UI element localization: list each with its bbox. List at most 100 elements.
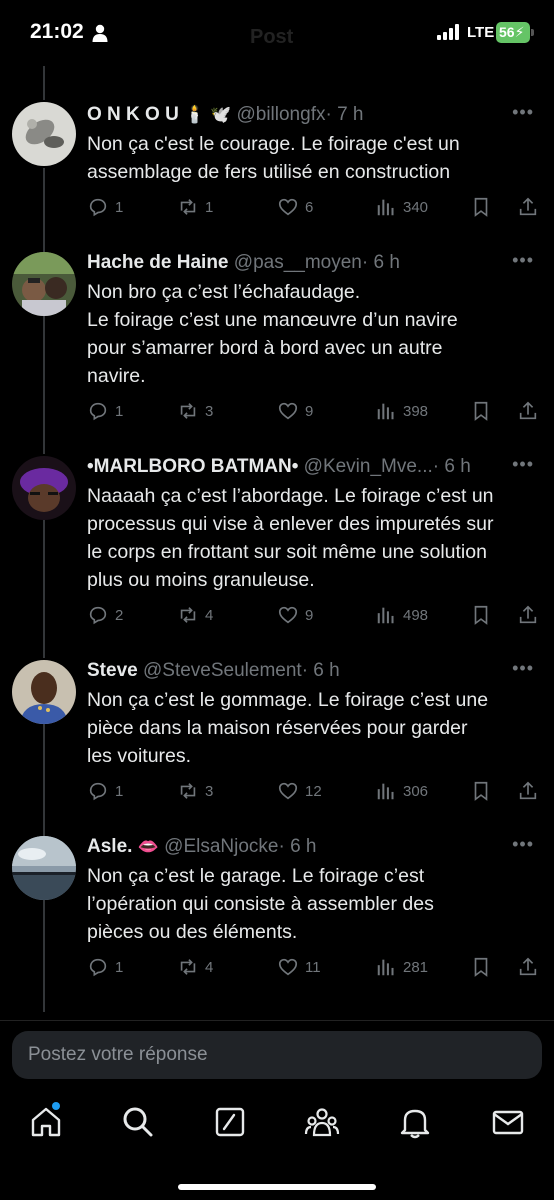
author-name[interactable]: •MARLBORO BATMAN• xyxy=(87,456,298,477)
reply-composer: Postez votre réponse xyxy=(0,1020,554,1090)
more-options-icon[interactable]: ••• xyxy=(512,454,534,474)
like-count: 12 xyxy=(305,782,322,800)
heart-icon xyxy=(278,198,298,216)
author-name[interactable]: Asle. xyxy=(87,836,132,857)
thread-line xyxy=(43,66,45,100)
share-button[interactable] xyxy=(517,778,545,804)
author-handle[interactable]: @billongfx xyxy=(236,104,325,125)
action-bar: 2 4 9 498 xyxy=(87,602,547,628)
views-button[interactable]: 340 xyxy=(375,194,428,220)
bookmark-button[interactable] xyxy=(470,398,498,424)
reply-tweet[interactable]: Steve @SteveSeulement· 6 h ••• Non ça c’… xyxy=(0,658,554,836)
author-handle[interactable]: @pas__moyen xyxy=(234,252,362,273)
tweet-text: Naaaah ça c’est l’abordage. Le foirage c… xyxy=(87,482,527,594)
repost-button[interactable]: 3 xyxy=(177,778,213,804)
header-title-ghost: Post xyxy=(250,26,294,48)
author-name[interactable]: O N K O U xyxy=(87,104,179,125)
tweet-line: le corps en frottant sur soit même une s… xyxy=(87,541,487,563)
bookmark-button[interactable] xyxy=(470,954,498,980)
views-button[interactable]: 281 xyxy=(375,954,428,980)
reply-button[interactable]: 1 xyxy=(87,778,123,804)
like-button[interactable]: 6 xyxy=(277,194,313,220)
more-options-icon[interactable]: ••• xyxy=(512,834,534,854)
search-icon[interactable] xyxy=(120,1104,156,1140)
tweet-line: pièce dans la maison réservées pour gard… xyxy=(87,717,468,739)
avatar[interactable] xyxy=(12,456,76,520)
reply-tweet[interactable]: •MARLBORO BATMAN• @Kevin_Mve...· 6 h •••… xyxy=(0,454,554,658)
like-button[interactable]: 11 xyxy=(277,954,321,980)
more-options-icon[interactable]: ••• xyxy=(512,102,534,122)
views-button[interactable]: 398 xyxy=(375,398,428,424)
views-button[interactable]: 498 xyxy=(375,602,428,628)
repost-button[interactable]: 1 xyxy=(177,194,213,220)
like-button[interactable]: 9 xyxy=(277,602,313,628)
avatar[interactable] xyxy=(12,836,76,900)
repost-button[interactable]: 3 xyxy=(177,398,213,424)
tweet-line: Le foirage c’est une manœuvre d’un navir… xyxy=(87,309,458,331)
share-button[interactable] xyxy=(517,954,545,980)
repost-count: 4 xyxy=(205,606,214,624)
repost-count: 3 xyxy=(205,782,214,800)
action-bar: 1 3 9 398 xyxy=(87,398,547,424)
heart-icon xyxy=(278,402,298,420)
more-options-icon[interactable]: ••• xyxy=(512,250,534,270)
like-button[interactable]: 12 xyxy=(277,778,322,804)
author-handle[interactable]: @ElsaNjocke xyxy=(164,836,278,857)
thread-line xyxy=(43,724,45,836)
author-handle[interactable]: @Kevin_Mve... xyxy=(304,456,433,477)
author-handle[interactable]: @SteveSeulement xyxy=(143,660,302,681)
grok-icon[interactable] xyxy=(212,1104,248,1140)
reply-tweet[interactable]: Hache de Haine @pas__moyen· 6 h ••• Non … xyxy=(0,250,554,454)
view-count: 306 xyxy=(403,782,429,800)
reply-tweet[interactable]: O N K O U 🕯️ 🕊️ @billongfx· 7 h ••• Non … xyxy=(0,102,554,310)
repost-button[interactable]: 4 xyxy=(177,602,213,628)
notifications-icon[interactable] xyxy=(397,1104,433,1140)
tweet-line: navire. xyxy=(87,365,146,387)
like-button[interactable]: 9 xyxy=(277,398,313,424)
bookmark-button[interactable] xyxy=(470,778,498,804)
author-name[interactable]: Hache de Haine xyxy=(87,252,229,273)
bookmark-icon xyxy=(474,401,488,421)
reply-icon xyxy=(89,606,107,625)
action-bar: 1 4 11 281 xyxy=(87,954,547,980)
bookmark-button[interactable] xyxy=(470,602,498,628)
messages-icon[interactable] xyxy=(490,1104,526,1140)
reply-input[interactable]: Postez votre réponse xyxy=(12,1031,542,1079)
tweet-line: pièces ou des éléments. xyxy=(87,921,298,943)
post-time: · 7 h xyxy=(325,104,364,125)
tweet-text: Non ça c’est le garage. Le foirage c’est… xyxy=(87,862,527,946)
reply-tweet[interactable]: Asle. 👄 @ElsaNjocke· 6 h ••• Non ça c’es… xyxy=(0,834,554,1012)
home-icon[interactable] xyxy=(28,1104,64,1140)
communities-icon[interactable] xyxy=(304,1104,340,1140)
avatar[interactable] xyxy=(12,660,76,724)
reply-button[interactable]: 2 xyxy=(87,602,123,628)
bookmark-icon xyxy=(474,197,488,217)
home-indicator xyxy=(178,1184,376,1190)
battery-indicator: 56⚡ xyxy=(496,22,530,43)
bookmark-button[interactable] xyxy=(470,194,498,220)
share-button[interactable] xyxy=(517,194,545,220)
repost-icon xyxy=(180,783,196,799)
reply-button[interactable]: 1 xyxy=(87,954,123,980)
share-button[interactable] xyxy=(517,398,545,424)
more-options-icon[interactable]: ••• xyxy=(512,658,534,678)
repost-button[interactable]: 4 xyxy=(177,954,213,980)
tweet-line: Non bro ça c’est l’échafaudage. xyxy=(87,281,361,303)
tweet-line: Non ça c'est le courage. Le foirage c'es… xyxy=(87,133,460,155)
bookmark-icon xyxy=(474,781,488,801)
share-button[interactable] xyxy=(517,602,545,628)
reply-button[interactable]: 1 xyxy=(87,398,123,424)
reply-button[interactable]: 1 xyxy=(87,194,123,220)
tweet-header: O N K O U 🕯️ 🕊️ @billongfx· 7 h xyxy=(87,102,364,128)
reply-count: 1 xyxy=(115,782,124,800)
tweet-line: plus ou moins granuleuse. xyxy=(87,569,315,591)
bookmark-icon xyxy=(474,957,488,977)
view-count: 340 xyxy=(403,198,429,216)
avatar[interactable] xyxy=(12,102,76,166)
share-icon xyxy=(519,781,537,800)
share-icon xyxy=(519,197,537,216)
avatar[interactable] xyxy=(12,252,76,316)
views-button[interactable]: 306 xyxy=(375,778,428,804)
charging-icon: ⚡ xyxy=(514,24,525,40)
author-name[interactable]: Steve xyxy=(87,660,138,681)
